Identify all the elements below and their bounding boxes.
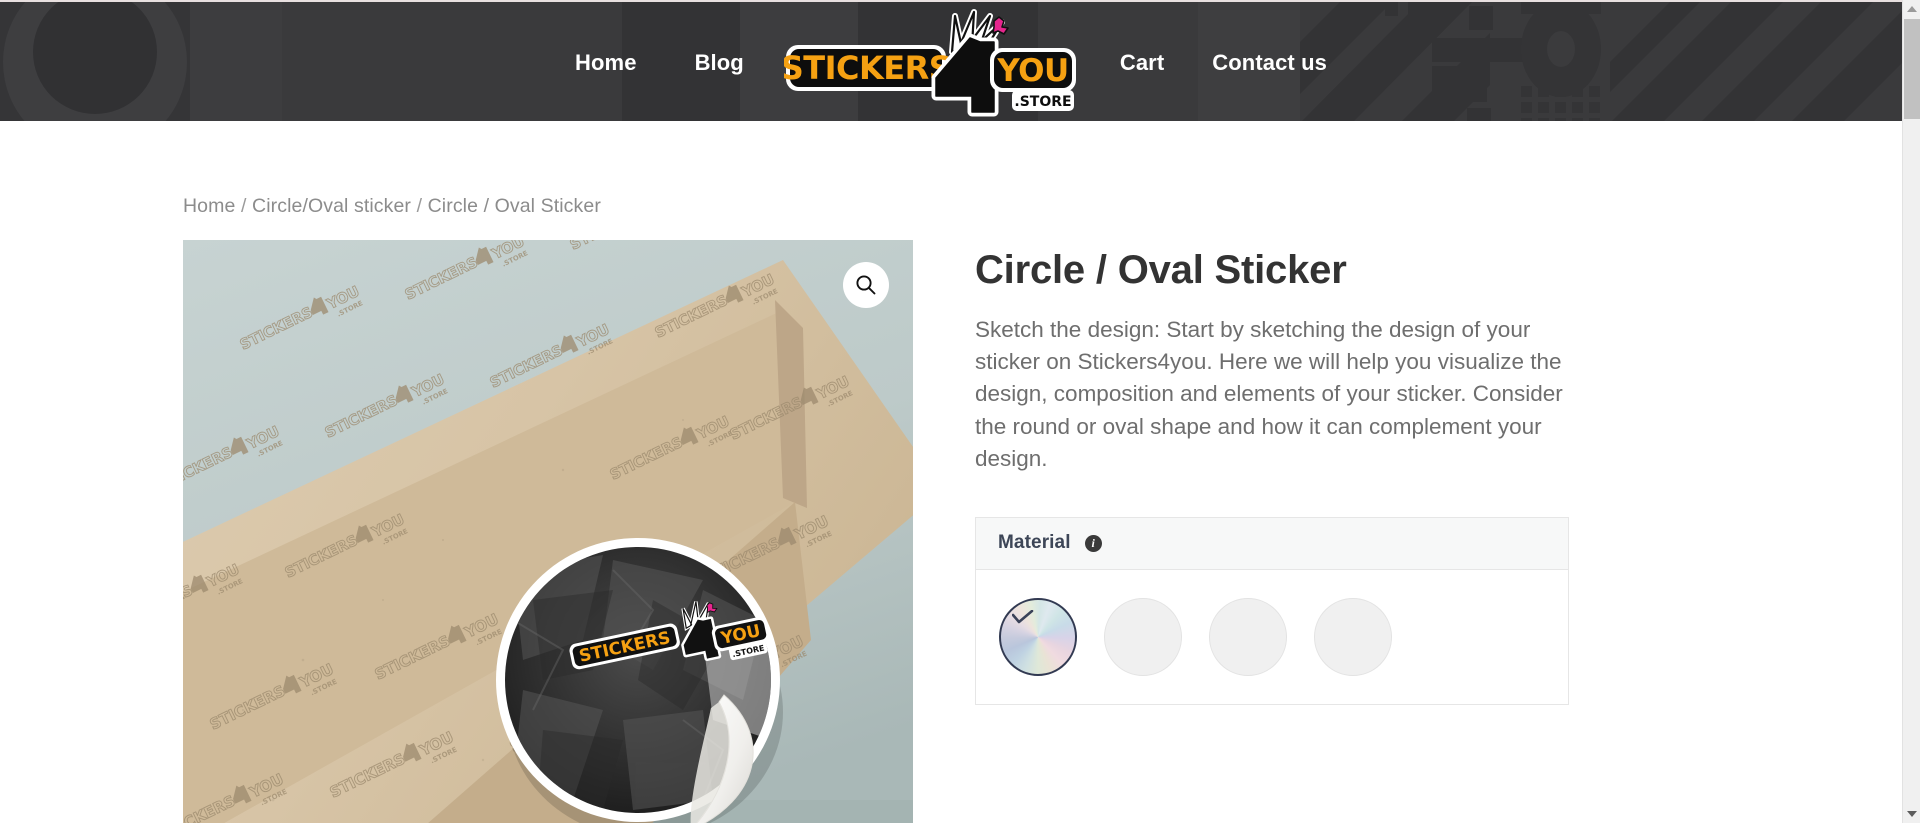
swatch-holographic[interactable] bbox=[999, 597, 1077, 676]
zoom-image-button[interactable] bbox=[843, 262, 889, 308]
product-gallery: STICKERS YOU .STORE bbox=[183, 240, 913, 823]
breadcrumb-item-current: Circle / Oval Sticker bbox=[427, 195, 601, 217]
swatch-option-4[interactable] bbox=[1314, 597, 1392, 676]
scrollbar-thumb[interactable] bbox=[1904, 19, 1920, 119]
breadcrumb-separator: / bbox=[240, 195, 247, 217]
logo-tld: .STORE bbox=[1011, 89, 1074, 111]
header-nav: Home Blog STICKERS YOU .STORE Cart Conta… bbox=[0, 2, 1902, 121]
content-container: Home / Circle/Oval sticker / Circle / Ov… bbox=[181, 121, 1721, 823]
swatch-option-2[interactable] bbox=[1104, 597, 1182, 676]
product-description: Sketch the design: Start by sketching th… bbox=[975, 317, 1563, 471]
svg-text:STICKERS: STICKERS bbox=[784, 49, 951, 87]
scroll-up-arrow[interactable] bbox=[1903, 0, 1920, 18]
vertical-scrollbar[interactable] bbox=[1902, 0, 1920, 823]
material-swatch-list bbox=[976, 570, 1568, 704]
chevron-down-icon bbox=[1906, 811, 1917, 817]
nav-left-group: Home Blog bbox=[575, 50, 744, 76]
swatch-option-3[interactable] bbox=[1209, 597, 1287, 676]
material-option-panel: Material i bbox=[975, 516, 1569, 705]
search-icon bbox=[856, 275, 876, 295]
nav-right-group: Cart Contact us bbox=[1120, 50, 1327, 76]
main-content: Home / Circle/Oval sticker / Circle / Ov… bbox=[0, 121, 1902, 823]
svg-text:.STORE: .STORE bbox=[1014, 94, 1071, 110]
material-panel-header: Material i bbox=[976, 517, 1568, 570]
site-header: Home Blog STICKERS YOU .STORE Cart Conta… bbox=[0, 0, 1902, 121]
info-icon[interactable]: i bbox=[1084, 534, 1102, 552]
browser-viewport: Home Blog STICKERS YOU .STORE Cart Conta… bbox=[0, 0, 1902, 823]
product-image[interactable]: STICKERS YOU .STORE bbox=[183, 240, 913, 823]
scroll-down-arrow[interactable] bbox=[1903, 805, 1920, 823]
material-label: Material bbox=[998, 532, 1071, 554]
nav-home[interactable]: Home bbox=[575, 50, 637, 76]
logo-word-you: YOU bbox=[989, 47, 1076, 92]
breadcrumb-item-category[interactable]: Circle/Oval sticker bbox=[252, 195, 411, 217]
breadcrumb-separator: / bbox=[416, 195, 423, 217]
nav-contact-us[interactable]: Contact us bbox=[1212, 50, 1327, 76]
logo-word-stickers: STICKERS bbox=[784, 44, 952, 91]
nav-cart[interactable]: Cart bbox=[1120, 50, 1164, 76]
check-icon bbox=[1012, 609, 1034, 624]
breadcrumb: Home / Circle/Oval sticker / Circle / Ov… bbox=[183, 121, 1721, 218]
page-title: Circle / Oval Sticker bbox=[975, 248, 1347, 292]
nav-blog[interactable]: Blog bbox=[695, 50, 744, 76]
chevron-up-icon bbox=[1906, 6, 1917, 12]
product-layout: STICKERS YOU .STORE Circle / Oval Sticke… bbox=[183, 240, 1721, 823]
breadcrumb-item-home[interactable]: Home bbox=[183, 195, 235, 217]
site-logo[interactable]: STICKERS YOU .STORE bbox=[784, 8, 1084, 118]
product-details: Circle / Oval Sticker Sketch the design:… bbox=[975, 240, 1721, 823]
page-root: Home Blog STICKERS YOU .STORE Cart Conta… bbox=[0, 0, 1920, 823]
svg-text:YOU: YOU bbox=[996, 53, 1068, 89]
